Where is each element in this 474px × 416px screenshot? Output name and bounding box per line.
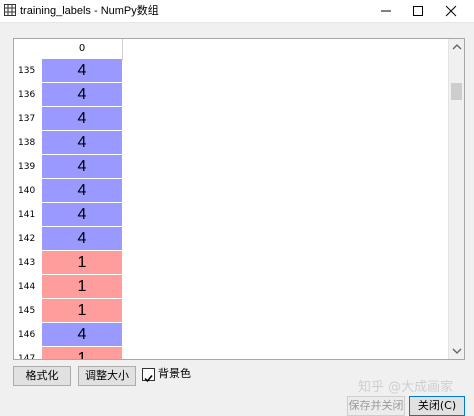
- table-row: 146 4: [14, 323, 122, 347]
- scroll-down-arrow-icon[interactable]: [449, 343, 465, 359]
- checkmark-icon: [144, 375, 153, 383]
- maximize-icon: [413, 6, 423, 16]
- scroll-up-arrow-icon[interactable]: [449, 39, 465, 55]
- row-index: 147: [18, 354, 36, 360]
- table-row: 142 4: [14, 227, 122, 251]
- format-button[interactable]: 格式化: [13, 366, 71, 386]
- table-row: 136 4: [14, 83, 122, 107]
- maximize-button[interactable]: [403, 0, 433, 22]
- row-index: 138: [18, 138, 36, 148]
- row-index: 136: [18, 90, 36, 100]
- vertical-scrollbar[interactable]: [448, 39, 465, 359]
- table-row: 141 4: [14, 203, 122, 227]
- save-and-close-button[interactable]: 保存并关闭: [347, 396, 405, 416]
- table-cell[interactable]: 4: [42, 203, 122, 227]
- table-cell[interactable]: 1: [42, 251, 122, 275]
- table-row: 145 1: [14, 299, 122, 323]
- row-index: 137: [18, 114, 36, 124]
- table-cell[interactable]: 1: [42, 347, 122, 359]
- table-cell[interactable]: 4: [42, 131, 122, 155]
- table-cell[interactable]: 4: [42, 59, 122, 83]
- minimize-icon: [381, 10, 391, 12]
- row-index: 146: [18, 330, 36, 340]
- table-row: 140 4: [14, 179, 122, 203]
- table-cell[interactable]: 1: [42, 299, 122, 323]
- row-index: 140: [18, 186, 36, 196]
- table-row: 137 4: [14, 107, 122, 131]
- array-table[interactable]: 0 135 4 136 4 137 4 138 4 139 4 140 4 141 4 142 4 143 1 14…: [13, 38, 465, 360]
- empty-grid-area: [123, 39, 448, 359]
- table-cell[interactable]: 4: [42, 83, 122, 107]
- column-header[interactable]: 0: [42, 39, 123, 60]
- table-row: 135 4: [14, 59, 122, 83]
- minimize-button[interactable]: [371, 0, 401, 22]
- row-index: 139: [18, 162, 36, 172]
- table-cell[interactable]: 4: [42, 227, 122, 251]
- title-bar: training_labels - NumPy数组: [0, 0, 474, 23]
- row-index: 142: [18, 234, 36, 244]
- table-cell[interactable]: 1: [42, 275, 122, 299]
- row-index: 135: [18, 66, 36, 76]
- table-row: 144 1: [14, 275, 122, 299]
- table-icon: [4, 4, 16, 16]
- background-color-label: 背景色: [158, 367, 191, 380]
- scrollbar-thumb[interactable]: [451, 83, 462, 100]
- table-row: 138 4: [14, 131, 122, 155]
- table-row: 139 4: [14, 155, 122, 179]
- close-button[interactable]: 关闭(C): [409, 396, 465, 416]
- window-title: training_labels - NumPy数组: [20, 5, 159, 17]
- table-row: 143 1: [14, 251, 122, 275]
- table-cell[interactable]: 4: [42, 107, 122, 131]
- row-index: 141: [18, 210, 36, 220]
- table-cell[interactable]: 4: [42, 155, 122, 179]
- table-cell[interactable]: 4: [42, 323, 122, 347]
- watermark-text: 知乎 @大成画家: [358, 380, 454, 395]
- table-row: 147 1: [14, 347, 122, 360]
- window-close-button[interactable]: [436, 0, 466, 22]
- background-color-checkbox[interactable]: [142, 368, 155, 383]
- close-icon: [445, 5, 457, 17]
- row-index: 144: [18, 282, 36, 292]
- row-index: 145: [18, 306, 36, 316]
- row-index: 143: [18, 258, 36, 268]
- table-cell[interactable]: 4: [42, 179, 122, 203]
- resize-button[interactable]: 调整大小: [78, 366, 136, 386]
- corner-cell: [14, 39, 42, 59]
